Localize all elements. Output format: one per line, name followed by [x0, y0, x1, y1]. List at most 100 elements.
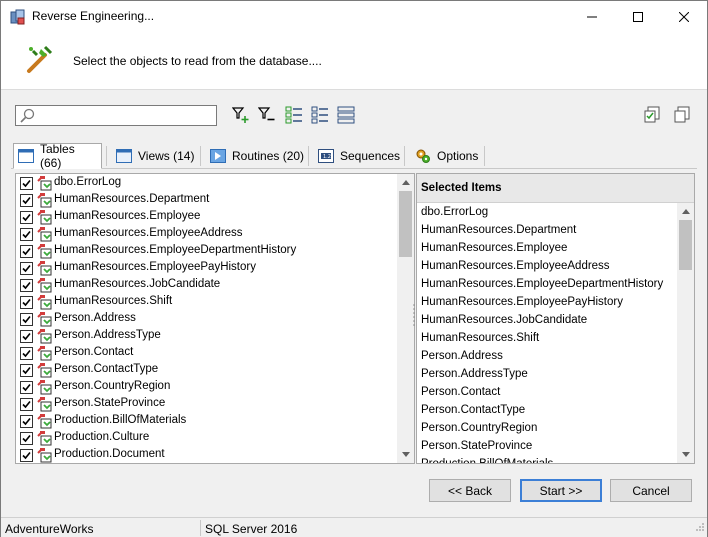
tables-checklist[interactable]: dbo.ErrorLog HumanResources.Department Hum…: [15, 173, 415, 464]
start-button[interactable]: Start >>: [520, 479, 602, 502]
list-item[interactable]: HumanResources.EmployeePayHistory: [16, 260, 398, 277]
scroll-down-arrow-icon[interactable]: [397, 446, 414, 463]
item-label: Person.ContactType: [54, 363, 159, 375]
select-all-button[interactable]: [642, 105, 662, 125]
tab-label: Options: [437, 148, 479, 163]
tab-label: Routines (20): [232, 148, 305, 163]
uncheck-all-button[interactable]: [310, 105, 330, 125]
selected-item[interactable]: HumanResources.EmployeePayHistory: [421, 296, 623, 314]
item-checkbox[interactable]: [20, 177, 33, 190]
item-checkbox[interactable]: [20, 279, 33, 292]
item-checkbox[interactable]: [20, 228, 33, 241]
item-label: HumanResources.Department: [54, 193, 210, 205]
selected-item[interactable]: HumanResources.Employee: [421, 242, 567, 260]
selected-item[interactable]: Person.CountryRegion: [421, 422, 537, 440]
item-checkbox[interactable]: [20, 296, 33, 309]
list-item[interactable]: HumanResources.EmployeeAddress: [16, 226, 398, 243]
scroll-thumb[interactable]: [679, 220, 692, 270]
list-item[interactable]: Production.Culture: [16, 430, 398, 447]
item-checkbox[interactable]: [20, 381, 33, 394]
tab-views[interactable]: Views (14): [112, 143, 198, 168]
search-field[interactable]: [15, 105, 217, 126]
tab-sequences[interactable]: 1.2 Sequences: [314, 143, 404, 168]
right-scrollbar[interactable]: [677, 203, 694, 463]
scroll-down-arrow-icon[interactable]: [677, 446, 694, 463]
remove-filter-button[interactable]: [257, 105, 277, 125]
item-checkbox[interactable]: [20, 398, 33, 411]
list-item[interactable]: Person.ContactType: [16, 362, 398, 379]
header-instruction: Select the objects to read from the data…: [73, 54, 322, 68]
tab-routines[interactable]: Routines (20): [206, 143, 308, 168]
svg-text:1.2: 1.2: [323, 154, 331, 160]
selected-item[interactable]: Person.StateProvince: [421, 440, 532, 458]
add-filter-button[interactable]: [231, 105, 251, 125]
minimize-button[interactable]: [569, 1, 615, 32]
list-item[interactable]: Person.StateProvince: [16, 396, 398, 413]
selected-item[interactable]: HumanResources.Department: [421, 224, 576, 242]
back-button[interactable]: << Back: [429, 479, 511, 502]
check-all-button[interactable]: [284, 105, 304, 125]
item-checkbox[interactable]: [20, 347, 33, 360]
selected-item[interactable]: HumanResources.EmployeeDepartmentHistory: [421, 278, 663, 296]
table-sync-icon: [37, 175, 53, 191]
cancel-button[interactable]: Cancel: [610, 479, 692, 502]
search-input[interactable]: [38, 107, 214, 124]
selected-item[interactable]: HumanResources.EmployeeAddress: [421, 260, 610, 278]
status-database: AdventureWorks: [5, 522, 94, 536]
list-item[interactable]: Production.BillOfMaterials: [16, 413, 398, 430]
list-item[interactable]: Person.CountryRegion: [16, 379, 398, 396]
list-item[interactable]: Person.Contact: [16, 345, 398, 362]
routine-icon: [210, 148, 226, 163]
tab-tables[interactable]: Tables (66): [13, 142, 102, 170]
item-checkbox[interactable]: [20, 211, 33, 224]
selected-item[interactable]: Person.Contact: [421, 386, 500, 404]
item-checkbox[interactable]: [20, 245, 33, 258]
magic-wand-icon: [23, 43, 55, 75]
close-button[interactable]: [661, 1, 707, 32]
maximize-button[interactable]: [615, 1, 661, 32]
item-checkbox[interactable]: [20, 313, 33, 326]
selected-item[interactable]: HumanResources.Shift: [421, 332, 539, 350]
deselect-all-button[interactable]: [672, 105, 692, 125]
list-item[interactable]: HumanResources.JobCandidate: [16, 277, 398, 294]
item-label: Person.Contact: [54, 346, 134, 358]
tab-options[interactable]: Options: [411, 143, 482, 168]
list-item[interactable]: HumanResources.Employee: [16, 209, 398, 226]
title-bar[interactable]: Reverse Engineering...: [1, 1, 707, 32]
resize-grip-icon[interactable]: [695, 521, 705, 535]
tab-separator: [404, 146, 405, 166]
selected-item[interactable]: dbo.ErrorLog: [421, 206, 488, 224]
item-checkbox[interactable]: [20, 432, 33, 445]
tab-separator: [308, 146, 309, 166]
table-sync-icon: [37, 362, 53, 378]
list-item[interactable]: HumanResources.EmployeeDepartmentHistory: [16, 243, 398, 260]
tab-separator: [200, 146, 201, 166]
item-checkbox[interactable]: [20, 194, 33, 207]
selected-item[interactable]: Person.AddressType: [421, 368, 528, 386]
item-checkbox[interactable]: [20, 364, 33, 377]
list-item[interactable]: Person.Address: [16, 311, 398, 328]
tab-label: Tables (66): [40, 142, 75, 170]
item-checkbox[interactable]: [20, 330, 33, 343]
selected-item[interactable]: Production.BillOfMaterials: [421, 458, 553, 463]
sequence-icon: 1.2: [318, 148, 334, 163]
selected-item[interactable]: Person.Address: [421, 350, 503, 368]
scroll-up-arrow-icon[interactable]: [397, 174, 414, 191]
list-item[interactable]: HumanResources.Department: [16, 192, 398, 209]
selected-items-panel[interactable]: Selected Items dbo.ErrorLog HumanResource…: [416, 173, 695, 464]
list-item[interactable]: HumanResources.Shift: [16, 294, 398, 311]
item-checkbox[interactable]: [20, 449, 33, 462]
list-item[interactable]: dbo.ErrorLog: [16, 175, 398, 192]
item-label: Person.StateProvince: [54, 397, 166, 409]
item-checkbox[interactable]: [20, 415, 33, 428]
scroll-up-arrow-icon[interactable]: [677, 203, 694, 220]
scroll-thumb[interactable]: [399, 191, 412, 257]
item-label: HumanResources.JobCandidate: [54, 278, 221, 290]
list-item[interactable]: Person.AddressType: [16, 328, 398, 345]
list-view-button[interactable]: [336, 105, 356, 125]
table-sync-icon: [37, 192, 53, 208]
selected-item[interactable]: HumanResources.JobCandidate: [421, 314, 587, 332]
list-item[interactable]: Production.Document: [16, 447, 398, 463]
selected-item[interactable]: Person.ContactType: [421, 404, 525, 422]
item-checkbox[interactable]: [20, 262, 33, 275]
